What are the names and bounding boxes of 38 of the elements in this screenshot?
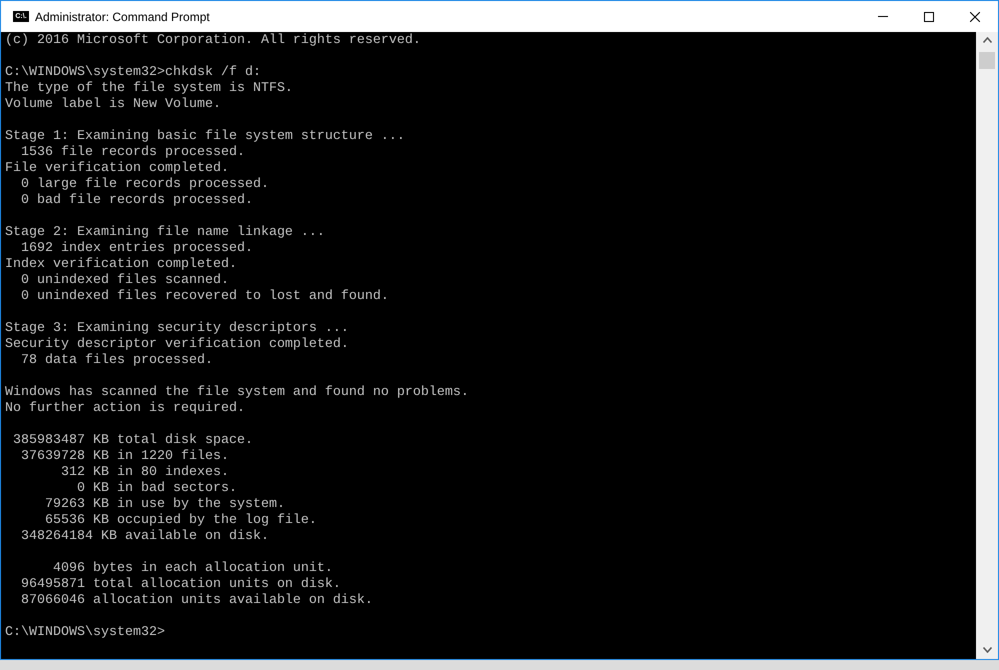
console-line: 0 unindexed files scanned. — [20, 273, 229, 289]
console-line: Security descriptor verification completed. — [5, 337, 349, 353]
console-line: 348264184 KB available on disk. — [20, 529, 269, 545]
console-line: 385983487 KB total disk space. — [12, 433, 253, 449]
scrollbar-thumb[interactable] — [979, 52, 995, 69]
console-line: (c) 2016 Microsoft Corporation. All rights reserved. — [5, 33, 421, 49]
console-line: The type of the file system is NTFS. — [5, 81, 293, 97]
console-line: 79263 KB in use by the system. — [44, 497, 285, 513]
console-line: 0 KB in bad sectors. — [76, 481, 237, 497]
console-line: Stage 3: Examining security descriptors ... — [5, 321, 349, 337]
console-line: 87066046 allocation units available on disk. — [20, 593, 373, 609]
console-line: 0 unindexed files recovered to lost and found. — [20, 289, 389, 305]
console-line: 37639728 KB in 1220 files. — [20, 449, 229, 465]
console-line: 0 bad file records processed. — [20, 193, 253, 209]
console-line: Index verification completed. — [5, 257, 237, 273]
console-line: C:\WINDOWS\system32>chkdsk /f d: — [5, 65, 261, 81]
console-line: Stage 1: Examining basic file system structure ... — [5, 129, 405, 145]
console-line: 312 KB in 80 indexes. — [60, 465, 229, 481]
console-line: 78 data files processed. — [20, 353, 213, 369]
console-line: 1536 file records processed. — [20, 145, 245, 161]
console-line: File verification completed. — [5, 161, 229, 177]
console-line: 96495871 total allocation units on disk. — [20, 577, 341, 593]
scrollbar[interactable] — [976, 32, 998, 659]
console-line: 65536 KB occupied by the log file. — [44, 513, 317, 529]
console-line: No further action is required. — [5, 401, 245, 417]
close-icon — [970, 12, 980, 22]
scroll-up-icon[interactable] — [982, 37, 992, 43]
console-line: 4096 bytes in each allocation unit. — [52, 561, 333, 577]
console-line: 1692 index entries processed. — [20, 241, 253, 257]
console-line: 0 large file records processed. — [20, 177, 269, 193]
console-line: Volume label is New Volume. — [5, 97, 221, 113]
minimize-icon — [878, 16, 888, 17]
console-line: Windows has scanned the file system and found no problems. — [5, 385, 469, 401]
console-line: C:\WINDOWS\system32> — [5, 625, 165, 641]
console-line: Stage 2: Examining file name linkage ... — [5, 225, 325, 241]
scroll-down-icon[interactable] — [982, 647, 992, 653]
window-title: Administrator: Command Prompt — [35, 8, 210, 26]
maximize-icon — [924, 12, 934, 22]
